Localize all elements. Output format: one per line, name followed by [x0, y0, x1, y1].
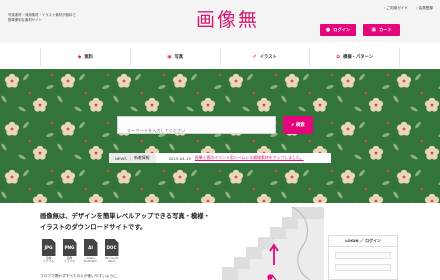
cart-button-label: カート: [379, 27, 392, 32]
login-button-label: ログイン: [333, 27, 351, 32]
login-panel-title: LOGIN ／ ログイン: [329, 236, 397, 247]
news-date: 2019.04.19: [168, 155, 191, 161]
search-button-label: 検索: [295, 123, 305, 128]
filetype-doc: DOC Microsoft Word: [103, 239, 120, 264]
cart-icon: ▣: [371, 27, 377, 33]
filetype-ai: AI Adobe Illustrator: [82, 239, 99, 264]
nav-item-label: イラスト: [259, 55, 277, 60]
top-links: ご利用ガイド 会員登録: [384, 6, 433, 11]
site-logo[interactable]: 画像無: [196, 9, 259, 31]
intro-description: プロアマ問わずすべての人が使いやすいように、: [40, 274, 121, 278]
register-link[interactable]: 会員登録: [416, 6, 433, 11]
news-category: 新着情報: [134, 155, 150, 160]
nav-item-pattern[interactable]: ✿ 模様・パターン: [310, 48, 400, 66]
png-file-icon: PNG: [62, 239, 77, 256]
nav-item-label: 写真: [174, 55, 184, 60]
ai-file-icon: AI: [83, 239, 98, 256]
site-header: 写真素材・商用素材・イラスト素材が無料で 簡単便利な素材サイト 画像無 ご利用ガ…: [0, 0, 440, 42]
search-box: [117, 116, 276, 139]
tagline-line: 簡単便利な素材サイト: [8, 18, 42, 22]
filetype-label: ファイル: [42, 259, 55, 264]
filetype-label: ファイル: [63, 259, 76, 264]
intro-section: 画像無は、デザインを簡単レベルアップできる写真・模様・イラストのダウンロードサイ…: [0, 203, 440, 280]
search-input[interactable]: [118, 122, 275, 139]
staircase-illustration: [222, 206, 324, 280]
intro-headline: 画像無は、デザインを簡単レベルアップできる写真・模様・イラストのダウンロードサイ…: [40, 213, 210, 231]
hero-banner: ⌕ 検索 NEWS / 新着情報 2019.04.19 直筆と間のイベント用シー…: [0, 69, 440, 203]
nav-item-label: 無料: [84, 55, 93, 60]
search-icon: ⌕: [291, 123, 294, 128]
tag-icon: ◆: [77, 54, 82, 60]
login-id-field[interactable]: [335, 252, 391, 259]
filetype-label: Illustrator: [83, 259, 98, 264]
filetype-list: JPG 画像 ファイル PNG 画像 ファイル AI Adobe Illustrato…: [40, 239, 120, 264]
nav-item-free[interactable]: ◆ 無料: [41, 48, 131, 66]
filetype-jpg: JPG 画像 ファイル: [40, 239, 57, 264]
filetype-png: PNG 画像 ファイル: [61, 239, 78, 264]
news-separator: /: [129, 155, 131, 161]
nav-item-label: 模様・パターン: [343, 55, 373, 60]
login-panel: LOGIN ／ ログイン: [328, 235, 398, 280]
login-button[interactable]: ● ログイン: [320, 24, 356, 36]
site-tagline: 写真素材・商用素材・イラスト素材が無料で 簡単便利な素材サイト: [8, 13, 76, 23]
pen-icon: ✐: [252, 54, 257, 60]
pattern-icon: ✿: [336, 54, 341, 60]
jpg-file-icon: JPG: [41, 239, 56, 256]
news-label: NEWS: [115, 155, 127, 161]
login-password-field[interactable]: [335, 264, 391, 271]
guide-link[interactable]: ご利用ガイド: [384, 6, 408, 11]
news-ticker: NEWS / 新着情報 2019.04.19 直筆と間のイベント用シームレス模様…: [109, 153, 331, 163]
news-link[interactable]: 直筆と間のイベント用シームレス模様素材をアップしました。: [195, 155, 304, 161]
cart-button[interactable]: ▣ カート: [363, 24, 400, 36]
filetype-label: Word: [107, 259, 116, 264]
nav-item-illustration[interactable]: ✐ イラスト: [221, 48, 311, 66]
camera-icon: ▣: [167, 54, 172, 60]
doc-file-icon: DOC: [104, 239, 119, 256]
main-nav: ◆ 無料 ▣ 写真 ✐ イラスト ✿ 模様・パターン: [0, 48, 440, 66]
user-icon: ●: [325, 27, 331, 33]
search-button[interactable]: ⌕ 検索: [283, 116, 313, 134]
nav-item-photo[interactable]: ▣ 写真: [131, 48, 221, 66]
